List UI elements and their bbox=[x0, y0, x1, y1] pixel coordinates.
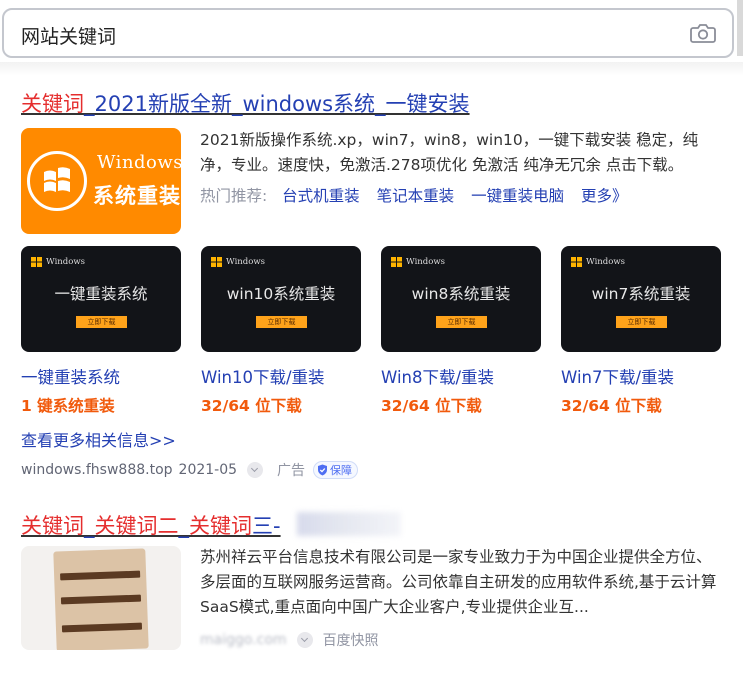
card-subtitle: 32/64 位下载 bbox=[201, 397, 302, 415]
windows-flag-icon bbox=[44, 167, 70, 192]
result2-description: 苏州祥云平台信息技术有限公司是一家专业致力于为中国企业提供全方位、多层面的互联网… bbox=[200, 548, 717, 616]
windows-icon bbox=[31, 257, 42, 267]
chevron-down-icon[interactable] bbox=[296, 632, 313, 648]
more-info-link[interactable]: 查看更多相关信息>> bbox=[21, 427, 176, 451]
search-box[interactable]: 网站关键词 bbox=[2, 8, 734, 58]
camera-icon[interactable] bbox=[690, 22, 716, 44]
card-onekey[interactable]: Windows 一键重装系统 立即下载 bbox=[21, 246, 181, 352]
card-download-button[interactable]: 立即下载 bbox=[76, 316, 127, 328]
title-keyword: 关键词 bbox=[21, 92, 84, 116]
hot-link-onekey[interactable]: 一键重装电脑 bbox=[471, 187, 564, 205]
hot-label: 热门推荐: bbox=[200, 187, 268, 205]
card-win10[interactable]: Windows win10系统重装 立即下载 bbox=[201, 246, 361, 352]
logo-text-windows: Windows bbox=[97, 152, 181, 173]
blurred-title-region bbox=[297, 512, 401, 536]
title-separator: _ bbox=[84, 514, 95, 538]
card-title: win8系统重装 bbox=[411, 285, 511, 303]
wood-panel-image bbox=[53, 548, 149, 650]
card-subtitle: 32/64 位下载 bbox=[381, 397, 482, 415]
hot-link-desktop[interactable]: 台式机重装 bbox=[282, 187, 360, 205]
card-subtitle: 32/64 位下载 bbox=[561, 397, 662, 415]
title-text: 三- bbox=[252, 514, 281, 538]
hot-recommend: 热门推荐: 台式机重装 笔记本重装 一键重装电脑 更多》 bbox=[200, 184, 640, 206]
source-url: maiggo.com bbox=[200, 632, 287, 648]
card-download-button[interactable]: 立即下载 bbox=[616, 316, 667, 328]
logo-text-system: 系统重装 bbox=[93, 183, 181, 208]
guarantee-label: 保障 bbox=[330, 464, 353, 477]
title-separator: _ bbox=[178, 514, 190, 538]
result2-thumbnail[interactable] bbox=[21, 546, 181, 650]
title-text: _2021新版全新_windows系统_一键安装 bbox=[84, 92, 470, 116]
card-win8[interactable]: Windows win8系统重装 立即下载 bbox=[381, 246, 541, 352]
card-link-win10[interactable]: Win10下载/重装 bbox=[201, 364, 325, 388]
ad-label: 广告 bbox=[277, 463, 306, 479]
title-keyword: 关键词二 bbox=[94, 514, 179, 538]
card-badge: Windows bbox=[226, 257, 265, 267]
title-keyword: 关键词 bbox=[189, 514, 252, 538]
card-win7[interactable]: Windows win7系统重装 立即下载 bbox=[561, 246, 721, 352]
guarantee-badge[interactable]: 保障 bbox=[313, 461, 359, 479]
card-badge: Windows bbox=[46, 257, 85, 267]
result1-description: 2021新版操作系统.xp，win7，win8，win10，一键下载安装 稳定，… bbox=[200, 131, 699, 174]
title-keyword: 关键词 bbox=[21, 514, 84, 538]
card-link-win8[interactable]: Win8下载/重装 bbox=[381, 364, 494, 388]
card-link-win7[interactable]: Win7下载/重装 bbox=[561, 364, 674, 388]
card-subtitle: 1 键系统重装 bbox=[21, 397, 115, 415]
result2-title-link[interactable]: 关键词_关键词二_关键词三- bbox=[21, 510, 281, 540]
card-badge: Windows bbox=[406, 257, 445, 267]
hot-link-laptop[interactable]: 笔记本重装 bbox=[377, 187, 455, 205]
result1-source: windows.fhsw888.top 2021-05 广告 保障 bbox=[21, 460, 359, 480]
windows-icon bbox=[211, 257, 222, 267]
card-download-button[interactable]: 立即下载 bbox=[436, 316, 487, 328]
shield-check-icon bbox=[318, 464, 328, 476]
card-download-button[interactable]: 立即下载 bbox=[256, 316, 307, 328]
card-title: 一键重装系统 bbox=[54, 285, 148, 303]
windows-icon bbox=[391, 257, 402, 267]
hot-link-more[interactable]: 更多》 bbox=[581, 187, 628, 205]
card-badge: Windows bbox=[586, 257, 625, 267]
windows-logo-image[interactable]: Windows 系统重装 bbox=[21, 128, 181, 234]
source-url: windows.fhsw888.top bbox=[21, 462, 173, 478]
card-title: win10系统重装 bbox=[226, 285, 336, 303]
windows-icon bbox=[571, 257, 582, 267]
result2-source: maiggo.com 百度快照 bbox=[200, 630, 379, 650]
card-title: win7系统重装 bbox=[591, 285, 691, 303]
chevron-down-icon[interactable] bbox=[247, 462, 264, 478]
source-date: 2021-05 bbox=[178, 462, 238, 478]
search-input[interactable]: 网站关键词 bbox=[21, 22, 116, 49]
card-link-onekey[interactable]: 一键重装系统 bbox=[21, 364, 120, 388]
result1-title-link[interactable]: 关键词_2021新版全新_windows系统_一键安装 bbox=[21, 88, 470, 118]
scrollbar[interactable] bbox=[737, 0, 743, 56]
snapshot-link[interactable]: 百度快照 bbox=[323, 630, 379, 650]
header-shadow bbox=[0, 62, 743, 76]
